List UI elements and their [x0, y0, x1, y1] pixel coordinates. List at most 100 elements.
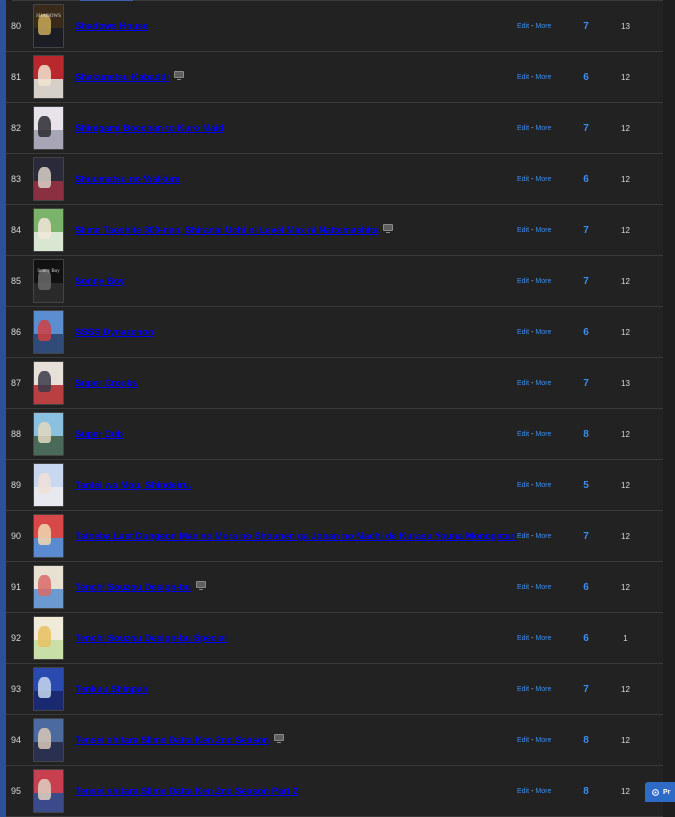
row-number: 88	[10, 429, 21, 439]
edit-link[interactable]: Edit	[517, 227, 529, 234]
edit-link[interactable]: Edit	[517, 278, 529, 285]
anime-title-cell: Tensei shitara Slime Datta Ken 2nd Seaso…	[75, 715, 285, 765]
anime-poster-image[interactable]	[33, 667, 64, 711]
score-value[interactable]: 5	[571, 460, 601, 510]
more-link[interactable]: More	[535, 686, 551, 693]
more-link[interactable]: More	[535, 125, 551, 132]
poster-art	[38, 320, 52, 342]
episodes-count: 12	[621, 480, 630, 490]
anime-poster-image[interactable]	[33, 565, 64, 609]
more-link[interactable]: More	[535, 329, 551, 336]
anime-poster-image[interactable]: Sonny Boy	[33, 259, 64, 303]
anime-poster-image[interactable]	[33, 361, 64, 405]
more-link[interactable]: More	[535, 74, 551, 81]
score-value[interactable]: 7	[571, 103, 601, 153]
action-separator: -	[531, 736, 534, 744]
preferences-button[interactable]: Pr	[645, 782, 675, 802]
anime-poster-image[interactable]	[33, 616, 64, 660]
edit-link[interactable]: Edit	[517, 176, 529, 183]
anime-poster-image[interactable]	[33, 106, 64, 150]
anime-poster-image[interactable]	[33, 412, 64, 456]
more-link[interactable]: More	[535, 227, 551, 234]
row-actions: Edit - More	[517, 307, 551, 357]
preferences-label: Pr	[663, 788, 671, 796]
anime-title-link[interactable]: Tatoeba Last Dungeon Mae no Mura no Shou…	[75, 531, 517, 542]
episodes-count: 1	[623, 633, 628, 643]
score-value[interactable]: 8	[571, 715, 601, 765]
anime-poster-image[interactable]	[33, 769, 64, 813]
row-number: 83	[10, 174, 21, 184]
edit-link[interactable]: Edit	[517, 329, 529, 336]
edit-link[interactable]: Edit	[517, 635, 529, 642]
more-link[interactable]: More	[535, 533, 551, 540]
score-value[interactable]: 7	[571, 358, 601, 408]
anime-title-link[interactable]: Shuumatsu no Walküre	[75, 174, 180, 185]
action-separator: -	[531, 583, 534, 591]
anime-title-link[interactable]: Shakunetsu Kabaddi	[75, 72, 169, 83]
anime-poster-image[interactable]	[33, 463, 64, 507]
more-link[interactable]: More	[535, 788, 551, 795]
anime-poster-image[interactable]	[33, 55, 64, 99]
anime-poster-image[interactable]	[33, 310, 64, 354]
anime-title-link[interactable]: Tenkuu Shinpan	[75, 684, 148, 695]
edit-link[interactable]: Edit	[517, 125, 529, 132]
anime-title-link[interactable]: Shadows House	[75, 21, 148, 32]
row-actions: Edit - More	[517, 154, 551, 204]
row-number: 93	[10, 684, 21, 694]
anime-title-link[interactable]: Tenchi Souzou Design-bu Special	[75, 633, 227, 644]
anime-poster-image[interactable]	[33, 514, 64, 558]
more-link[interactable]: More	[535, 23, 551, 30]
edit-link[interactable]: Edit	[517, 533, 529, 540]
anime-title-link[interactable]: Tantei wa Mou, Shindeiru.	[75, 480, 191, 491]
edit-link[interactable]: Edit	[517, 380, 529, 387]
score-value[interactable]: 6	[571, 307, 601, 357]
score-value[interactable]: 6	[571, 562, 601, 612]
edit-link[interactable]: Edit	[517, 788, 529, 795]
anime-poster-image[interactable]	[33, 718, 64, 762]
score-value[interactable]: 7	[571, 1, 601, 51]
anime-title-link[interactable]: Tenchi Souzou Design-bu	[75, 582, 191, 593]
edit-link[interactable]: Edit	[517, 482, 529, 489]
more-link[interactable]: More	[535, 380, 551, 387]
score-value[interactable]: 6	[571, 154, 601, 204]
row-actions: Edit - More	[517, 460, 551, 510]
edit-link[interactable]: Edit	[517, 74, 529, 81]
score-value[interactable]: 8	[571, 409, 601, 459]
score-value[interactable]: 7	[571, 205, 601, 255]
list-row: 89 Tantei wa Mou, Shindeiru. Edit - More…	[6, 460, 663, 511]
anime-poster-image[interactable]: SHADOWS	[33, 4, 64, 48]
edit-link[interactable]: Edit	[517, 737, 529, 744]
score-value[interactable]: 6	[571, 52, 601, 102]
anime-title-link[interactable]: Super Cub	[75, 429, 123, 440]
anime-title-link[interactable]: Sonny Boy	[75, 276, 125, 287]
score-value[interactable]: 6	[571, 613, 601, 663]
edit-link[interactable]: Edit	[517, 23, 529, 30]
score-value[interactable]: 7	[571, 664, 601, 714]
score-value[interactable]: 7	[571, 256, 601, 306]
edit-link[interactable]: Edit	[517, 686, 529, 693]
anime-title-link[interactable]: Slime Taoshite 300-nen, Shiranai Uchi ni…	[75, 225, 378, 236]
anime-title-link[interactable]: Super Crooks	[75, 378, 137, 389]
anime-poster-image[interactable]	[33, 157, 64, 201]
score-value[interactable]: 8	[571, 766, 601, 816]
list-row: 80 SHADOWS Shadows House Edit - More 7 1…	[6, 1, 663, 52]
more-link[interactable]: More	[535, 635, 551, 642]
more-link[interactable]: More	[535, 176, 551, 183]
tv-icon	[274, 733, 285, 743]
anime-title-link[interactable]: Tensei shitara Slime Datta Ken 2nd Seaso…	[75, 786, 298, 797]
more-link[interactable]: More	[535, 482, 551, 489]
anime-title-link[interactable]: SSSS.Dynazenon	[75, 327, 154, 338]
more-link[interactable]: More	[535, 737, 551, 744]
anime-title-cell: Super Cub	[75, 409, 123, 459]
anime-title-link[interactable]: Shinigami Bocchan to Kuro Maid	[75, 123, 224, 134]
edit-link[interactable]: Edit	[517, 431, 529, 438]
more-link[interactable]: More	[535, 431, 551, 438]
more-link[interactable]: More	[535, 584, 551, 591]
edit-link[interactable]: Edit	[517, 584, 529, 591]
more-link[interactable]: More	[535, 278, 551, 285]
anime-title-link[interactable]: Tensei shitara Slime Datta Ken 2nd Seaso…	[75, 735, 269, 746]
score-value[interactable]: 7	[571, 511, 601, 561]
anime-title-cell: Sonny Boy	[75, 256, 125, 306]
anime-poster-image[interactable]	[33, 208, 64, 252]
anime-title-cell: Tensei shitara Slime Datta Ken 2nd Seaso…	[75, 766, 298, 816]
